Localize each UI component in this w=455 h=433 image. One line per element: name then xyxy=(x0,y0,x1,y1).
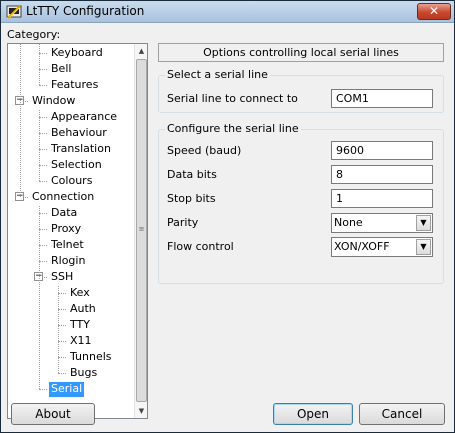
tree-connector xyxy=(39,53,47,54)
config-window: LtTTY Configuration ✕ Category: Keyboard… xyxy=(0,0,455,433)
parity-value: None xyxy=(334,216,363,229)
tree-connector xyxy=(58,357,66,358)
serial-line-label: Serial line to connect to xyxy=(167,92,298,105)
tree-guide xyxy=(58,286,59,373)
tree-item-proxy[interactable]: Proxy xyxy=(49,222,83,237)
tree-connector xyxy=(39,85,47,86)
tree-item-tunnels[interactable]: Tunnels xyxy=(68,350,114,365)
dialog-body: Category: Keyboard Bell Features − Window App… xyxy=(1,23,454,432)
grip-icon: ≡ xyxy=(138,225,145,233)
tree-connector xyxy=(39,261,47,262)
tree-connector xyxy=(58,293,66,294)
tree-connector xyxy=(39,117,47,118)
tree-connector xyxy=(58,341,66,342)
close-button[interactable]: ✕ xyxy=(417,3,451,20)
flow-control-value: XON/XOFF xyxy=(334,240,390,253)
tree-item-features[interactable]: Features xyxy=(49,78,100,93)
tree-item-data[interactable]: Data xyxy=(49,206,79,221)
tree-item-colours[interactable]: Colours xyxy=(49,174,94,189)
tree-item-kex[interactable]: Kex xyxy=(68,286,92,301)
tree-connector xyxy=(39,229,47,230)
data-bits-label: Data bits xyxy=(167,168,217,181)
panel-title: Options controlling local serial lines xyxy=(158,43,444,62)
tree-connector xyxy=(58,309,66,310)
scroll-up-icon[interactable]: ▲ xyxy=(135,44,147,58)
scroll-thumb[interactable]: ≡ xyxy=(136,59,147,402)
tree-item-selection[interactable]: Selection xyxy=(49,158,104,173)
flow-control-label: Flow control xyxy=(167,240,234,253)
app-icon xyxy=(6,5,22,19)
category-label: Category: xyxy=(7,28,61,41)
chevron-down-icon[interactable]: ▼ xyxy=(416,215,431,231)
select-serial-group: Select a serial line Serial line to conn… xyxy=(158,69,444,113)
speed-label: Speed (baud) xyxy=(167,144,242,157)
window-title: LtTTY Configuration xyxy=(26,4,145,18)
scroll-down-icon[interactable]: ▼ xyxy=(135,404,147,418)
tree-connector xyxy=(39,181,47,182)
cancel-button[interactable]: Cancel xyxy=(359,403,445,425)
tree-scrollbar[interactable]: ▲ ≡ ▼ xyxy=(134,44,147,418)
stop-bits-label: Stop bits xyxy=(167,192,216,205)
tree-guide xyxy=(20,44,21,197)
tree-guide xyxy=(39,206,40,389)
flow-control-select[interactable]: XON/XOFF ▼ xyxy=(331,237,433,257)
tree-connector xyxy=(39,69,47,70)
tree-item-appearance[interactable]: Appearance xyxy=(49,110,119,125)
speed-input[interactable]: 9600 xyxy=(331,141,433,160)
tree-item-window[interactable]: Window xyxy=(30,94,77,109)
tree-item-keyboard[interactable]: Keyboard xyxy=(49,46,105,61)
tree-item-behaviour[interactable]: Behaviour xyxy=(49,126,109,141)
about-button[interactable]: About xyxy=(11,403,95,425)
parity-select[interactable]: None ▼ xyxy=(331,213,433,233)
title-bar[interactable]: LtTTY Configuration ✕ xyxy=(1,1,454,23)
parity-label: Parity xyxy=(167,216,199,229)
tree-connector xyxy=(58,325,66,326)
tree-connector xyxy=(39,245,47,246)
tree-item-x11[interactable]: X11 xyxy=(68,334,94,349)
tree-item-connection[interactable]: Connection xyxy=(30,190,96,205)
data-bits-input[interactable]: 8 xyxy=(331,165,433,184)
tree-item-auth[interactable]: Auth xyxy=(68,302,98,317)
tree-items: Keyboard Bell Features − Window Appearance Beh… xyxy=(8,44,134,418)
chevron-down-icon[interactable]: ▼ xyxy=(416,239,431,255)
tree-item-bell[interactable]: Bell xyxy=(49,62,73,77)
tree-item-tty[interactable]: TTY xyxy=(68,318,92,333)
tree-connector xyxy=(39,213,47,214)
tree-connector xyxy=(58,373,66,374)
tree-guide xyxy=(39,110,40,181)
tree-item-rlogin[interactable]: Rlogin xyxy=(49,254,87,269)
tree-item-translation[interactable]: Translation xyxy=(49,142,113,157)
select-serial-group-label: Select a serial line xyxy=(165,68,270,81)
open-button[interactable]: Open xyxy=(273,403,353,425)
tree-connector xyxy=(39,133,47,134)
stop-bits-input[interactable]: 1 xyxy=(331,189,433,208)
tree-item-bugs[interactable]: Bugs xyxy=(68,366,99,381)
tree-connector xyxy=(39,149,47,150)
category-tree[interactable]: Keyboard Bell Features − Window Appearance Beh… xyxy=(7,43,148,419)
configure-serial-group-label: Configure the serial line xyxy=(165,122,301,135)
serial-line-input[interactable]: COM1 xyxy=(331,89,433,108)
tree-item-telnet[interactable]: Telnet xyxy=(49,238,86,253)
tree-connector xyxy=(39,165,47,166)
tree-item-serial[interactable]: Serial xyxy=(49,382,85,397)
configure-serial-group: Configure the serial line Speed (baud) 9… xyxy=(158,123,444,284)
tree-connector xyxy=(39,389,47,390)
tree-guide xyxy=(39,44,40,85)
tree-item-ssh[interactable]: SSH xyxy=(49,270,75,285)
